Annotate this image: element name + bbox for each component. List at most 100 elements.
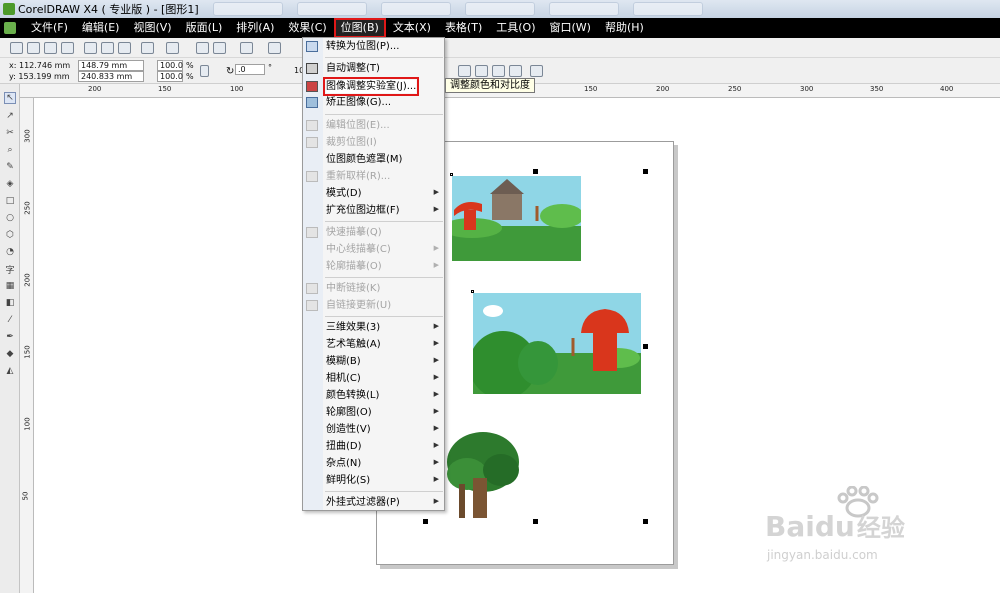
bitmap-image-mushroom-house[interactable] xyxy=(452,176,581,261)
pick-tool-icon[interactable]: ↖ xyxy=(4,92,16,104)
freehand-tool-icon[interactable]: ✎ xyxy=(4,161,16,173)
fill-tool-icon[interactable]: ◆ xyxy=(4,348,16,360)
polygon-tool-icon[interactable]: ⬡ xyxy=(4,229,16,241)
menu-item-image-adjustment-lab[interactable]: 图像调整实验室(J)... xyxy=(322,77,420,96)
submenu-arrow-icon: ▶ xyxy=(433,390,439,398)
wrap-text-icon[interactable] xyxy=(530,65,543,77)
menu-item-centerline-trace[interactable]: 中心线描摹(C) xyxy=(326,243,391,256)
taskbar-tab[interactable] xyxy=(548,2,619,16)
basic-shapes-tool-icon[interactable]: ◔ xyxy=(4,246,16,258)
submenu-arrow-icon: ▶ xyxy=(433,244,439,252)
rectangle-tool-icon[interactable]: □ xyxy=(4,195,16,207)
menu-item-3d-effects[interactable]: 三维效果(3) xyxy=(326,321,380,334)
align-icon[interactable] xyxy=(458,65,471,77)
menu-item-color-transform[interactable]: 颜色转换(L) xyxy=(326,389,379,402)
menu-item-contour[interactable]: 轮廓图(O) xyxy=(326,406,372,419)
menu-layout[interactable]: 版面(L) xyxy=(179,18,230,38)
open-icon[interactable] xyxy=(27,42,40,54)
menu-item-auto-adjust[interactable]: 自动调整(T) xyxy=(326,62,380,75)
cut-icon[interactable] xyxy=(84,42,97,54)
save-icon[interactable] xyxy=(44,42,57,54)
interactive-fill-tool-icon[interactable]: ◭ xyxy=(4,365,16,377)
group-icon[interactable] xyxy=(475,65,488,77)
shape-tool-icon[interactable]: ↗ xyxy=(4,110,16,122)
x-position-label: x: 112.746 mm xyxy=(9,61,71,70)
menu-item-resample[interactable]: 重新取样(R)... xyxy=(326,170,390,183)
menu-item-edit-bitmap[interactable]: 编辑位图(E)... xyxy=(326,119,390,132)
taskbar-tab[interactable] xyxy=(296,2,367,16)
outline-tool-icon[interactable]: ✒ xyxy=(4,331,16,343)
menu-item-creative[interactable]: 创造性(V) xyxy=(326,423,371,436)
menu-view[interactable]: 视图(V) xyxy=(126,18,178,38)
combine-icon[interactable] xyxy=(509,65,522,77)
bitmap-image-mushroom-tower[interactable] xyxy=(473,293,641,394)
export-icon[interactable] xyxy=(213,42,226,54)
bitmap-image-tree[interactable] xyxy=(445,430,521,520)
paste-icon[interactable] xyxy=(118,42,131,54)
table-tool-icon[interactable]: ▦ xyxy=(4,280,16,292)
selection-handle[interactable] xyxy=(533,169,538,174)
document-icon[interactable] xyxy=(4,22,16,34)
application-launcher-icon[interactable] xyxy=(240,42,253,54)
menu-item-convert-to-bitmap[interactable]: 转换为位图(P)... xyxy=(326,40,399,53)
new-icon[interactable] xyxy=(10,42,23,54)
selection-handle[interactable] xyxy=(450,173,453,176)
menu-item-sharpen[interactable]: 鲜明化(S) xyxy=(326,474,370,487)
selection-handle[interactable] xyxy=(423,519,428,524)
eyedropper-tool-icon[interactable]: ⁄ xyxy=(4,314,16,326)
text-tool-icon[interactable]: 字 xyxy=(4,263,16,276)
redo-icon[interactable] xyxy=(166,42,179,54)
menu-item-camera[interactable]: 相机(C) xyxy=(326,372,361,385)
welcome-screen-icon[interactable] xyxy=(268,42,281,54)
menu-item-art-strokes[interactable]: 艺术笔触(A) xyxy=(326,338,381,351)
menu-bitmaps[interactable]: 位图(B) xyxy=(333,18,386,38)
menu-item-quick-trace[interactable]: 快速描摹(Q) xyxy=(326,226,382,239)
menu-window[interactable]: 窗口(W) xyxy=(543,18,598,38)
print-icon[interactable] xyxy=(61,42,74,54)
ellipse-tool-icon[interactable]: ○ xyxy=(4,212,16,224)
menu-item-blur[interactable]: 模糊(B) xyxy=(326,355,361,368)
zoom-tool-icon[interactable]: ⌕ xyxy=(4,144,16,156)
ruler-label: 100 xyxy=(230,85,244,93)
menu-tools[interactable]: 工具(O) xyxy=(489,18,542,38)
selection-handle[interactable] xyxy=(643,519,648,524)
image-adjustment-lab-icon xyxy=(306,81,318,92)
selection-handle[interactable] xyxy=(643,344,648,349)
selection-handle[interactable] xyxy=(643,169,648,174)
vertical-ruler[interactable]: 300 250 200 150 100 50 xyxy=(20,98,34,593)
selection-handle[interactable] xyxy=(471,290,474,293)
taskbar-tab[interactable] xyxy=(464,2,535,16)
menu-text[interactable]: 文本(X) xyxy=(386,18,438,38)
menu-edit[interactable]: 编辑(E) xyxy=(75,18,127,38)
interactive-tool-icon[interactable]: ◧ xyxy=(4,297,16,309)
menu-effects[interactable]: 效果(C) xyxy=(281,18,333,38)
taskbar-tab[interactable] xyxy=(380,2,451,16)
menu-table[interactable]: 表格(T) xyxy=(438,18,489,38)
menu-item-outline-trace[interactable]: 轮廓描摹(O) xyxy=(326,260,382,273)
selection-handle[interactable] xyxy=(533,519,538,524)
menu-item-mode[interactable]: 模式(D) xyxy=(326,187,362,200)
ungroup-icon[interactable] xyxy=(492,65,505,77)
menu-separator xyxy=(325,316,443,317)
menu-item-break-link[interactable]: 中断链接(K) xyxy=(326,282,380,295)
menu-item-plug-ins[interactable]: 外挂式过滤器(P) xyxy=(326,496,400,509)
menu-help[interactable]: 帮助(H) xyxy=(598,18,651,38)
copy-icon[interactable] xyxy=(101,42,114,54)
bitmaps-menu-dropdown: 转换为位图(P)... 自动调整(T) 图像调整实验室(J)... 矫正图像(G… xyxy=(302,37,445,511)
menu-item-noise[interactable]: 杂点(N) xyxy=(326,457,361,470)
menu-item-distort[interactable]: 扭曲(D) xyxy=(326,440,362,453)
taskbar-tab[interactable] xyxy=(632,2,703,16)
undo-icon[interactable] xyxy=(141,42,154,54)
menu-item-bitmap-color-mask[interactable]: 位图颜色遮罩(M) xyxy=(326,153,402,166)
smart-fill-tool-icon[interactable]: ◈ xyxy=(4,178,16,190)
taskbar-tab[interactable] xyxy=(212,2,283,16)
menu-arrange[interactable]: 排列(A) xyxy=(229,18,281,38)
menu-item-straighten-image[interactable]: 矫正图像(G)... xyxy=(326,96,391,109)
menu-item-inflate-bitmap[interactable]: 扩充位图边框(F) xyxy=(326,204,400,217)
menu-file[interactable]: 文件(F) xyxy=(24,18,75,38)
lock-ratio-icon[interactable] xyxy=(200,65,209,77)
menu-item-crop-bitmap[interactable]: 裁剪位图(I) xyxy=(326,136,377,149)
import-icon[interactable] xyxy=(196,42,209,54)
crop-tool-icon[interactable]: ✂ xyxy=(4,127,16,139)
menu-item-update-from-link[interactable]: 自链接更新(U) xyxy=(326,299,391,312)
